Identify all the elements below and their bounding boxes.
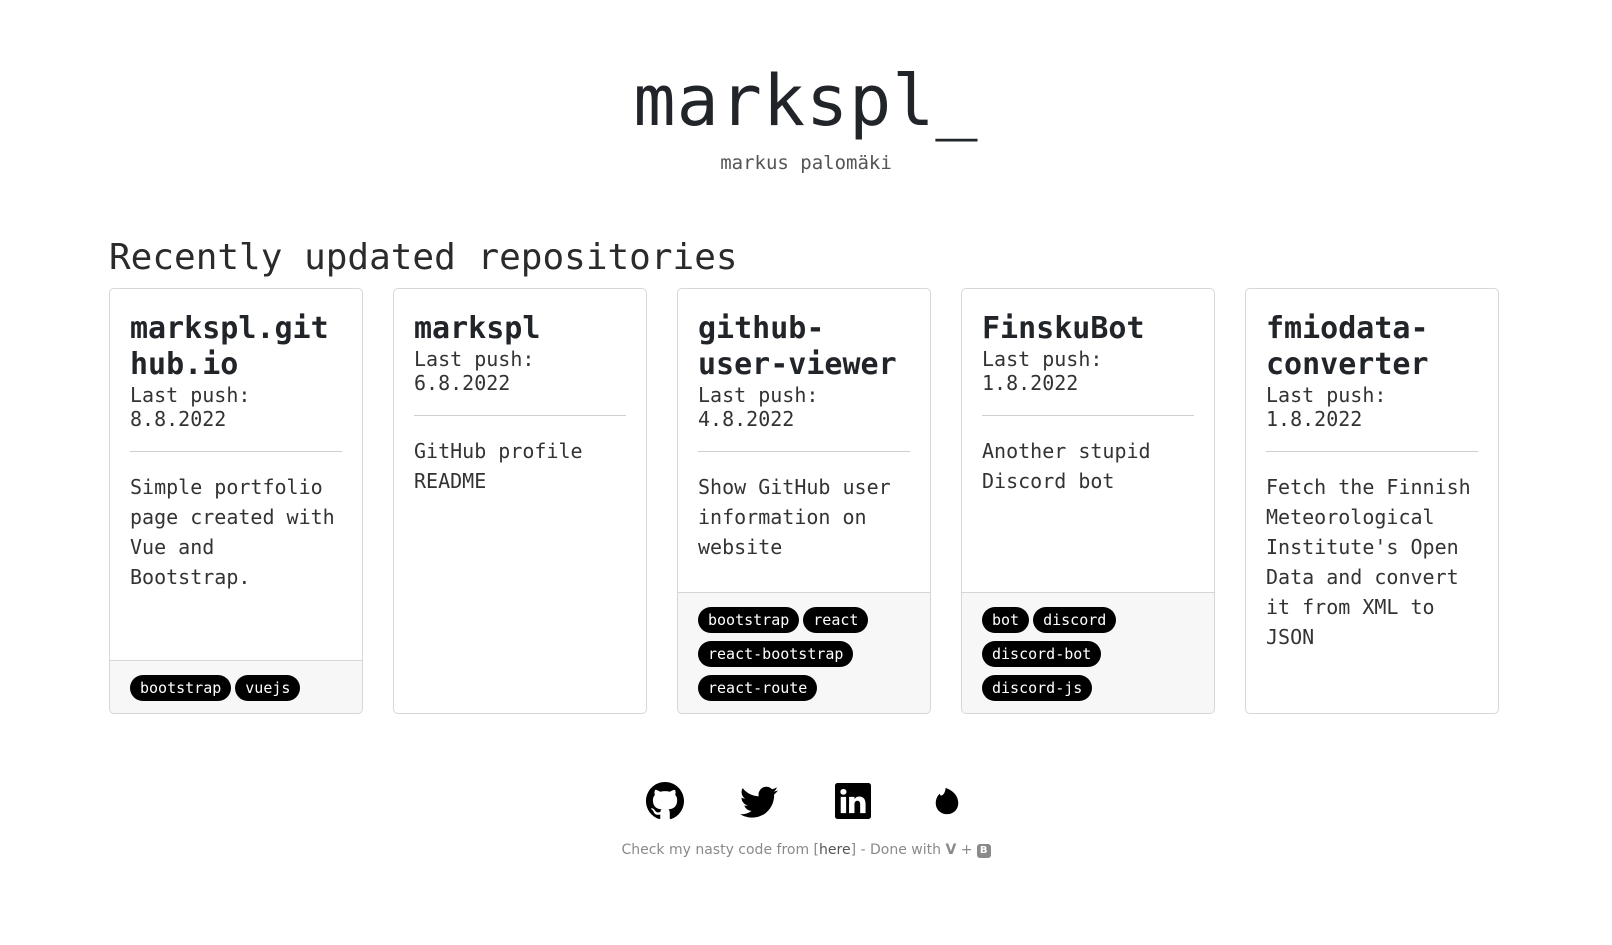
tag-badge: vuejs bbox=[235, 675, 301, 701]
footer-plus: + bbox=[960, 842, 973, 858]
tag-badge: bootstrap bbox=[130, 675, 232, 701]
footer-note: Check my nasty code from [here] - Done w… bbox=[0, 842, 1612, 858]
repo-last-push: Last push: 1.8.2022 bbox=[1266, 383, 1387, 431]
tag-badge: react-bootstrap bbox=[698, 641, 854, 667]
divider bbox=[698, 451, 910, 452]
section-title: Recently updated repositories bbox=[109, 237, 738, 278]
repo-card[interactable]: FinskuBot Last push: 1.8.2022 Another st… bbox=[961, 288, 1215, 714]
tag-badge: bot bbox=[982, 607, 1030, 633]
repo-name[interactable]: markspl bbox=[414, 311, 626, 347]
repo-card-body: github-user-viewer Last push: 4.8.2022 S… bbox=[678, 289, 930, 592]
social-links bbox=[0, 781, 1612, 821]
footer-suffix: ] - Done with bbox=[850, 842, 941, 858]
repo-card-body: markspl.github.io Last push: 8.8.2022 Si… bbox=[110, 289, 362, 660]
repo-description: Another stupid Discord bot bbox=[982, 439, 1151, 493]
divider bbox=[1266, 451, 1478, 452]
site-subtitle: markus palomäki bbox=[720, 152, 892, 174]
linkedin-icon bbox=[835, 783, 871, 819]
repo-card-body: FinskuBot Last push: 1.8.2022 Another st… bbox=[962, 289, 1214, 592]
repo-tags: bootstrap react react-bootstrap react-ro… bbox=[678, 592, 930, 713]
github-link[interactable] bbox=[645, 781, 685, 821]
tag-badge: discord-js bbox=[982, 675, 1093, 701]
twitter-icon bbox=[740, 786, 778, 818]
divider bbox=[414, 415, 626, 416]
divider bbox=[982, 415, 1194, 416]
tinder-link[interactable] bbox=[927, 781, 967, 821]
repo-card[interactable]: markspl Last push: 6.8.2022 GitHub profi… bbox=[393, 288, 647, 714]
repo-card[interactable]: fmiodata-converter Last push: 1.8.2022 F… bbox=[1245, 288, 1499, 714]
repo-last-push: Last push: 4.8.2022 bbox=[698, 383, 819, 431]
linkedin-link[interactable] bbox=[833, 781, 873, 821]
repo-card-body: fmiodata-converter Last push: 1.8.2022 F… bbox=[1246, 289, 1498, 713]
divider bbox=[130, 451, 342, 452]
tag-badge: discord bbox=[1033, 607, 1117, 633]
site-title: markspl_ bbox=[633, 60, 979, 142]
repo-cards: markspl.github.io Last push: 8.8.2022 Si… bbox=[109, 288, 1513, 714]
tinder-icon bbox=[935, 787, 959, 815]
tag-badge: react-route bbox=[698, 675, 818, 701]
header: markspl_ markus palomäki bbox=[0, 0, 1612, 174]
tag-badge: bootstrap bbox=[698, 607, 800, 633]
repo-name[interactable]: markspl.github.io bbox=[130, 311, 342, 383]
repo-name[interactable]: fmiodata-converter bbox=[1266, 311, 1478, 383]
footer-prefix: Check my nasty code from [ bbox=[621, 842, 820, 858]
vue-icon: V bbox=[945, 842, 957, 858]
repo-tags: bot discord discord-bot discord-js bbox=[962, 592, 1214, 713]
repositories-section: Recently updated repositories markspl.gi… bbox=[109, 236, 1513, 714]
repo-card[interactable]: markspl.github.io Last push: 8.8.2022 Si… bbox=[109, 288, 363, 714]
source-code-link[interactable]: here bbox=[819, 842, 851, 858]
repo-card[interactable]: github-user-viewer Last push: 4.8.2022 S… bbox=[677, 288, 931, 714]
repo-description: GitHub profile README bbox=[414, 439, 583, 493]
repo-tags: bootstrap vuejs bbox=[110, 660, 362, 713]
repo-description: Simple portfolio page created with Vue a… bbox=[130, 475, 335, 589]
github-icon bbox=[646, 782, 684, 820]
repo-last-push: Last push: 6.8.2022 bbox=[414, 347, 535, 395]
repo-description: Show GitHub user information on website bbox=[698, 475, 891, 559]
tag-badge: discord-bot bbox=[982, 641, 1102, 667]
repo-last-push: Last push: 8.8.2022 bbox=[130, 383, 251, 431]
repo-card-body: markspl Last push: 6.8.2022 GitHub profi… bbox=[394, 289, 646, 713]
bootstrap-icon: B bbox=[976, 844, 991, 858]
repo-description: Fetch the Finnish Meteorological Institu… bbox=[1266, 475, 1471, 649]
repo-name[interactable]: github-user-viewer bbox=[698, 311, 910, 383]
repo-name[interactable]: FinskuBot bbox=[982, 311, 1194, 347]
repo-last-push: Last push: 1.8.2022 bbox=[982, 347, 1103, 395]
twitter-link[interactable] bbox=[739, 781, 779, 821]
tag-badge: react bbox=[803, 607, 869, 633]
